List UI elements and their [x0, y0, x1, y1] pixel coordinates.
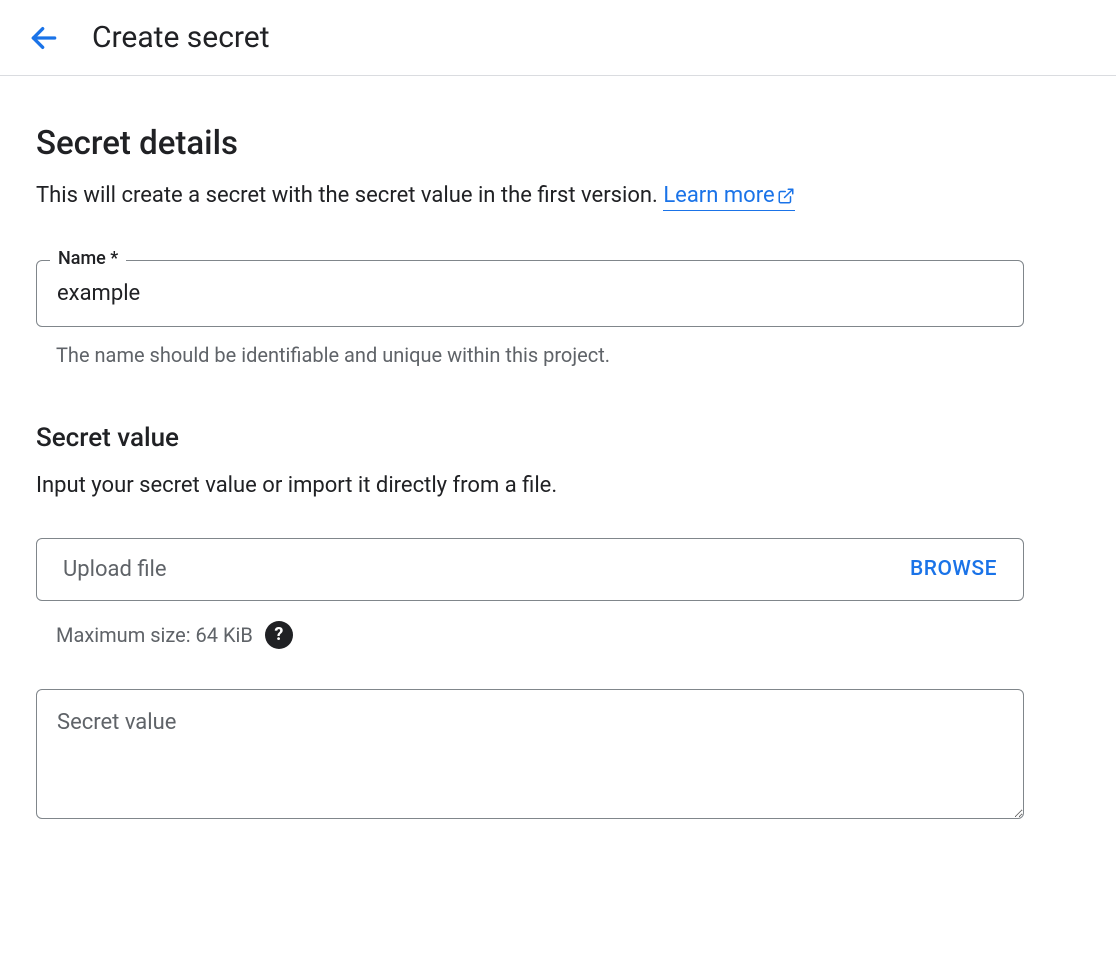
- browse-button[interactable]: BROWSE: [910, 557, 997, 581]
- name-helper-text: The name should be identifiable and uniq…: [56, 343, 1024, 367]
- help-icon[interactable]: ?: [265, 621, 293, 649]
- learn-more-link[interactable]: Learn more: [663, 183, 794, 211]
- max-size-text: Maximum size: 64 KiB: [56, 623, 253, 647]
- secret-value-description: Input your secret value or import it dir…: [36, 473, 1024, 498]
- secret-value-title: Secret value: [36, 423, 1024, 453]
- arrow-left-icon: [28, 22, 60, 54]
- size-info-row: Maximum size: 64 KiB ?: [56, 621, 1024, 649]
- name-field-group: Name *: [36, 260, 1024, 327]
- back-arrow-button[interactable]: [28, 22, 60, 54]
- description-text: This will create a secret with the secre…: [36, 183, 663, 208]
- header-bar: Create secret: [0, 0, 1116, 76]
- name-label: Name *: [50, 248, 126, 269]
- upload-placeholder: Upload file: [63, 557, 167, 582]
- section-description: This will create a secret with the secre…: [36, 181, 1024, 212]
- external-link-icon: [777, 187, 795, 205]
- name-input[interactable]: [36, 260, 1024, 327]
- secret-value-textarea[interactable]: [36, 689, 1024, 819]
- page-title: Create secret: [92, 20, 270, 55]
- learn-more-text: Learn more: [663, 183, 774, 208]
- upload-file-row: Upload file BROWSE: [36, 538, 1024, 601]
- content: Secret details This will create a secret…: [0, 76, 1060, 871]
- section-title: Secret details: [36, 124, 1024, 163]
